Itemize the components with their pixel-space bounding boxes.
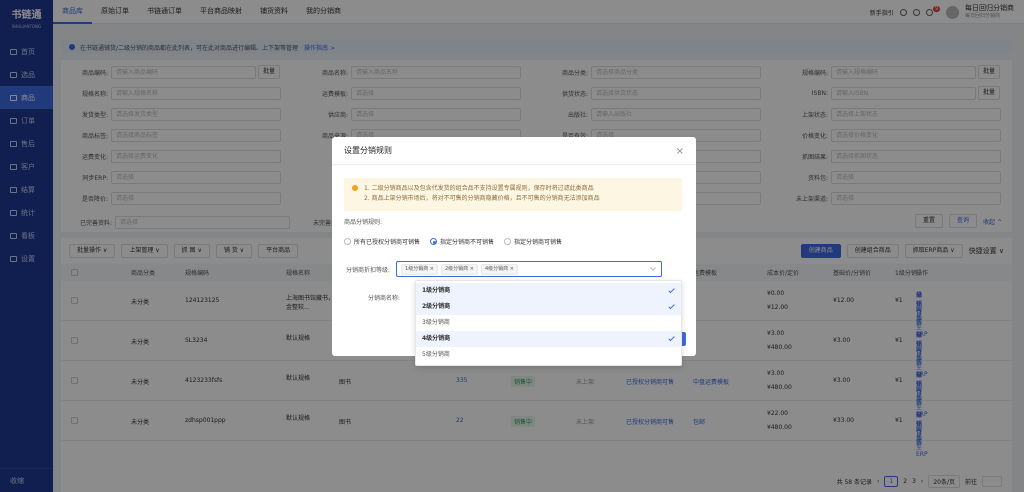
- warning-line-2: 2. 商品上架分销市场后，将对不可售的分销商隐藏价格，且不可售的分销商无法添加商…: [364, 195, 600, 202]
- level-dropdown: 1级分销商 2级分销商 3级分销商 4级分销商 5级分销商: [415, 280, 682, 366]
- rule-radio-group: 所有已授权分销商可销售 指定分销商不可销售 指定分销商可销售: [344, 237, 562, 246]
- warning-icon: [352, 185, 358, 191]
- modal-title: 设置分销规则: [332, 137, 696, 165]
- level-tag[interactable]: 2级分销商 ×: [441, 263, 478, 275]
- check-icon: [668, 286, 675, 294]
- radio-specified-sell[interactable]: 指定分销商可销售: [504, 237, 562, 246]
- radio-specified-not-sell[interactable]: 指定分销商不可销售: [430, 237, 494, 246]
- level-multiselect[interactable]: 1级分销商 × 2级分销商 × 4级分销商 ×: [396, 261, 663, 277]
- rule-label: 商品分销规则:: [344, 219, 383, 226]
- option-level-1[interactable]: 1级分销商: [416, 283, 681, 299]
- chevron-down-icon: [650, 265, 656, 271]
- warning-box: 1. 二级分销商品以及包含代发货的组合品不支持设置专属规则，保存时将过滤此类商品…: [344, 178, 682, 211]
- close-icon[interactable]: ×: [676, 146, 684, 157]
- radio-circle: [344, 238, 351, 245]
- option-level-2[interactable]: 2级分销商: [416, 299, 681, 315]
- level-tag[interactable]: 4级分销商 ×: [480, 263, 518, 275]
- radio-all-authorized[interactable]: 所有已授权分销商可销售: [344, 237, 420, 246]
- option-level-3[interactable]: 3级分销商: [416, 315, 681, 331]
- option-level-5[interactable]: 5级分销商: [416, 347, 681, 363]
- option-level-4[interactable]: 4级分销商: [416, 331, 681, 347]
- radio-circle: [504, 238, 512, 245]
- warning-line-1: 1. 二级分销商品以及包含代发货的组合品不支持设置专属规则，保存时将过滤此类商品: [364, 185, 594, 192]
- level-label: 分销商折扣等级:: [346, 266, 391, 274]
- level-row: 分销商折扣等级: 1级分销商 × 2级分销商 × 4级分销商 ×: [346, 261, 663, 277]
- distributor-name-label: 分销商名称:: [368, 295, 401, 302]
- check-icon: [668, 334, 675, 342]
- radio-circle-checked: [430, 238, 438, 245]
- check-icon: [668, 302, 675, 310]
- level-tag[interactable]: 1级分销商 ×: [401, 263, 438, 275]
